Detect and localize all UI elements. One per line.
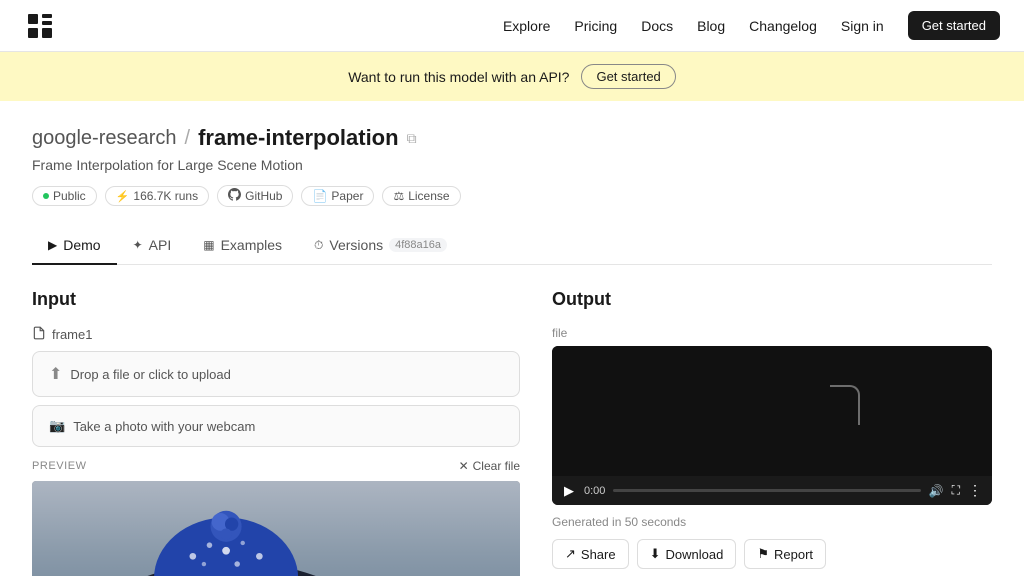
nav-signin[interactable]: Sign in [841, 18, 884, 34]
tab-demo[interactable]: ▶ Demo [32, 227, 117, 265]
download-icon: ⬇ [650, 546, 661, 562]
upload-icon: ⬆ [49, 364, 62, 384]
progress-bar[interactable] [613, 489, 920, 492]
badge-license[interactable]: ⚖ License [382, 186, 460, 206]
frame1-label: frame1 [32, 326, 520, 343]
badge-paper-label: Paper [331, 189, 363, 203]
github-icon [228, 188, 241, 204]
play-icon: ▶ [48, 238, 57, 252]
tab-versions-label: Versions [329, 237, 383, 253]
input-title: Input [32, 289, 520, 310]
x-icon: ✕ [459, 459, 469, 473]
main-columns: Input frame1 ⬆ Drop a file or click to u… [32, 289, 992, 576]
share-button[interactable]: ↗ Share [552, 539, 629, 569]
badge-visibility-label: Public [53, 189, 86, 203]
model-name: frame-interpolation [198, 125, 398, 151]
lightning-icon: ⚡ [116, 190, 130, 203]
video-player: ▶ 0:00 🔊 ⛶ ⋮ [552, 346, 992, 505]
upload-text: Drop a file or click to upload [70, 367, 230, 382]
model-org[interactable]: google-research [32, 127, 177, 150]
model-description: Frame Interpolation for Large Scene Moti… [32, 157, 992, 173]
tab-api[interactable]: ✦ API [117, 227, 188, 265]
tab-api-label: API [149, 237, 172, 253]
tab-versions[interactable]: ⏱ Versions 4f88a16a [298, 227, 463, 265]
tab-demo-label: Demo [63, 237, 100, 253]
video-curve-shape [830, 385, 860, 425]
preview-header: PREVIEW ✕ Clear file [32, 459, 520, 473]
badge-runs: ⚡ 166.7K runs [105, 186, 209, 206]
tabs: ▶ Demo ✦ API ▦ Examples ⏱ Versions 4f88a… [32, 227, 992, 265]
play-button[interactable]: ▶ [562, 483, 576, 499]
output-file-label: file [552, 326, 992, 340]
file-icon [32, 326, 46, 343]
nav-links: Explore Pricing Docs Blog Changelog Sign… [503, 11, 1000, 40]
clear-file-button[interactable]: ✕ Clear file [459, 459, 520, 473]
preview-image [32, 481, 520, 576]
generated-info: Generated in 50 seconds [552, 515, 992, 529]
report-button[interactable]: ⚑ Report [744, 539, 826, 569]
badge-visibility: Public [32, 186, 97, 206]
model-separator: / [185, 127, 191, 150]
camera-icon: 📷 [49, 418, 65, 434]
fullscreen-icon[interactable]: ⛶ [952, 483, 960, 498]
output-title: Output [552, 289, 992, 310]
download-label: Download [666, 547, 724, 562]
frame1-field-label: frame1 [52, 327, 92, 342]
time-display: 0:00 [584, 485, 605, 497]
clear-label: Clear file [473, 459, 520, 473]
copy-icon[interactable]: ⧉ [407, 130, 417, 147]
navigation: Explore Pricing Docs Blog Changelog Sign… [0, 0, 1024, 52]
visibility-dot [43, 193, 49, 199]
badge-github[interactable]: GitHub [217, 185, 293, 207]
badge-github-label: GitHub [245, 189, 282, 203]
output-actions: ↗ Share ⬇ Download ⚑ Report [552, 539, 992, 569]
report-label: Report [774, 547, 813, 562]
paper-icon: 📄 [312, 189, 327, 203]
output-panel: Output file ▶ 0:00 🔊 [552, 289, 992, 576]
logo[interactable] [24, 10, 56, 42]
nav-pricing[interactable]: Pricing [574, 18, 617, 34]
nav-get-started-button[interactable]: Get started [908, 11, 1000, 40]
badge-paper[interactable]: 📄 Paper [301, 186, 374, 206]
webcam-text: Take a photo with your webcam [73, 419, 255, 434]
clock-icon: ⏱ [314, 238, 323, 253]
input-panel: Input frame1 ⬆ Drop a file or click to u… [32, 289, 520, 576]
nav-blog[interactable]: Blog [697, 18, 725, 34]
banner-cta-button[interactable]: Get started [581, 64, 675, 89]
badge-license-label: License [408, 189, 449, 203]
nav-docs[interactable]: Docs [641, 18, 673, 34]
video-controls: ▶ 0:00 🔊 ⛶ ⋮ [552, 476, 992, 505]
share-icon: ↗ [565, 546, 576, 562]
tab-examples[interactable]: ▦ Examples [187, 227, 298, 265]
volume-icon[interactable]: 🔊 [929, 484, 944, 498]
code-icon: ✦ [133, 238, 143, 252]
upload-area[interactable]: ⬆ Drop a file or click to upload [32, 351, 520, 397]
badge-runs-label: 166.7K runs [133, 189, 198, 203]
more-options-icon[interactable]: ⋮ [968, 482, 982, 499]
api-banner: Want to run this model with an API? Get … [0, 52, 1024, 101]
video-screen [552, 346, 992, 476]
nav-changelog[interactable]: Changelog [749, 18, 817, 34]
banner-text: Want to run this model with an API? [348, 69, 569, 85]
nav-explore[interactable]: Explore [503, 18, 550, 34]
grid-icon: ▦ [203, 238, 214, 252]
tab-examples-label: Examples [221, 237, 282, 253]
share-label: Share [581, 547, 616, 562]
tab-versions-badge: 4f88a16a [389, 238, 447, 252]
flag-icon: ⚑ [757, 546, 769, 562]
download-button[interactable]: ⬇ Download [637, 539, 737, 569]
preview-label: PREVIEW [32, 460, 87, 472]
license-icon: ⚖ [393, 189, 404, 203]
webcam-area[interactable]: 📷 Take a photo with your webcam [32, 405, 520, 447]
model-title: google-research / frame-interpolation ⧉ [32, 125, 992, 151]
model-badges: Public ⚡ 166.7K runs GitHub 📄 Paper [32, 185, 992, 207]
